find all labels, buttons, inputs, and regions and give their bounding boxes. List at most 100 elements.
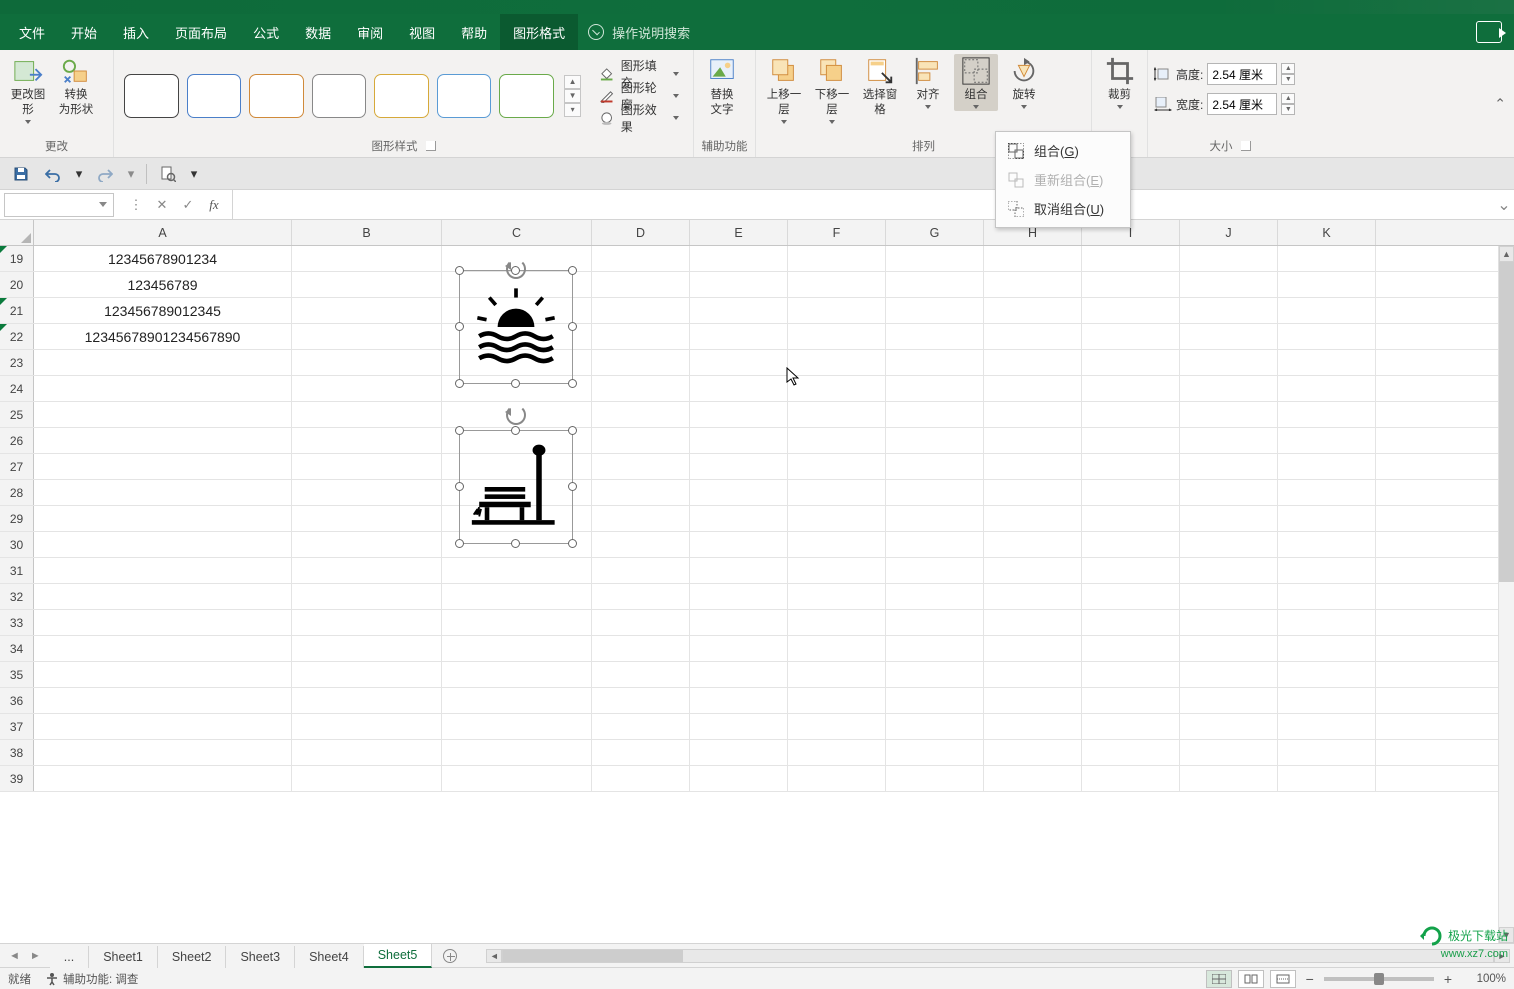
cell-D33[interactable] xyxy=(592,610,690,635)
row-header-19[interactable]: 19 xyxy=(0,246,34,271)
cell-H35[interactable] xyxy=(984,662,1082,687)
resize-handle[interactable] xyxy=(455,379,464,388)
cell-G24[interactable] xyxy=(886,376,984,401)
scroll-left-icon[interactable]: ◄ xyxy=(486,949,502,963)
cell-F27[interactable] xyxy=(788,454,886,479)
tab-shape-format[interactable]: 图形格式 xyxy=(500,14,578,50)
cell-F37[interactable] xyxy=(788,714,886,739)
cell-H36[interactable] xyxy=(984,688,1082,713)
sheet-nav-first[interactable]: ◄ xyxy=(6,950,23,962)
cell-B25[interactable] xyxy=(292,402,442,427)
select-all-button[interactable] xyxy=(0,220,34,245)
cell-G25[interactable] xyxy=(886,402,984,427)
confirm-formula-button[interactable]: ✓ xyxy=(176,193,200,217)
cell-A26[interactable] xyxy=(34,428,292,453)
resize-handle[interactable] xyxy=(511,539,520,548)
row-header-21[interactable]: 21 xyxy=(0,298,34,323)
cell-J21[interactable] xyxy=(1180,298,1278,323)
undo-history-button[interactable]: ▾ xyxy=(72,162,86,186)
cell-J19[interactable] xyxy=(1180,246,1278,271)
cell-F32[interactable] xyxy=(788,584,886,609)
cell-F39[interactable] xyxy=(788,766,886,791)
cell-E38[interactable] xyxy=(690,740,788,765)
cell-C33[interactable] xyxy=(442,610,592,635)
cell-D26[interactable] xyxy=(592,428,690,453)
cell-D20[interactable] xyxy=(592,272,690,297)
cell-G26[interactable] xyxy=(886,428,984,453)
cell-K37[interactable] xyxy=(1278,714,1376,739)
cell-J39[interactable] xyxy=(1180,766,1278,791)
cell-B36[interactable] xyxy=(292,688,442,713)
cell-I24[interactable] xyxy=(1082,376,1180,401)
cell-I25[interactable] xyxy=(1082,402,1180,427)
vertical-scrollbar[interactable]: ▲ ▼ xyxy=(1498,246,1514,943)
cell-J28[interactable] xyxy=(1180,480,1278,505)
cell-C37[interactable] xyxy=(442,714,592,739)
cell-B35[interactable] xyxy=(292,662,442,687)
cell-G35[interactable] xyxy=(886,662,984,687)
cell-D22[interactable] xyxy=(592,324,690,349)
cell-B28[interactable] xyxy=(292,480,442,505)
cell-F23[interactable] xyxy=(788,350,886,375)
cell-F34[interactable] xyxy=(788,636,886,661)
spreadsheet-grid[interactable]: ABCDEFGHIJK 1912345678901234201234567892… xyxy=(0,220,1514,943)
tab-help[interactable]: 帮助 xyxy=(448,14,500,50)
cell-C38[interactable] xyxy=(442,740,592,765)
cell-B30[interactable] xyxy=(292,532,442,557)
selection-pane-button[interactable]: 选择窗格 xyxy=(858,54,902,120)
cell-C36[interactable] xyxy=(442,688,592,713)
menu-item-ungroup[interactable]: 取消组合(U) xyxy=(996,194,1130,223)
cell-K33[interactable] xyxy=(1278,610,1376,635)
cell-B19[interactable] xyxy=(292,246,442,271)
cell-G36[interactable] xyxy=(886,688,984,713)
shape-effects-button[interactable]: 图形效果 xyxy=(595,107,683,129)
cell-I35[interactable] xyxy=(1082,662,1180,687)
dialog-launcher-icon[interactable] xyxy=(1241,141,1251,151)
add-sheet-button[interactable] xyxy=(438,944,462,968)
tab-file[interactable]: 文件 xyxy=(6,14,58,50)
cell-K29[interactable] xyxy=(1278,506,1376,531)
cell-A33[interactable] xyxy=(34,610,292,635)
width-input[interactable] xyxy=(1207,93,1277,115)
redo-button[interactable] xyxy=(92,162,118,186)
sheet-tab-Sheet3[interactable]: Sheet3 xyxy=(226,946,295,968)
cell-K22[interactable] xyxy=(1278,324,1376,349)
cell-D31[interactable] xyxy=(592,558,690,583)
cell-H39[interactable] xyxy=(984,766,1082,791)
cell-I36[interactable] xyxy=(1082,688,1180,713)
cell-G22[interactable] xyxy=(886,324,984,349)
cell-B21[interactable] xyxy=(292,298,442,323)
sheet-nav-last[interactable]: ► xyxy=(27,950,44,962)
cell-A32[interactable] xyxy=(34,584,292,609)
cell-K28[interactable] xyxy=(1278,480,1376,505)
cell-B39[interactable] xyxy=(292,766,442,791)
row-header-39[interactable]: 39 xyxy=(0,766,34,791)
cell-H23[interactable] xyxy=(984,350,1082,375)
cell-J27[interactable] xyxy=(1180,454,1278,479)
redo-history-button[interactable]: ▾ xyxy=(124,162,138,186)
sheet-tab-Sheet5[interactable]: Sheet5 xyxy=(364,944,433,968)
column-header-E[interactable]: E xyxy=(690,220,788,245)
cell-K38[interactable] xyxy=(1278,740,1376,765)
cell-E26[interactable] xyxy=(690,428,788,453)
cell-I21[interactable] xyxy=(1082,298,1180,323)
cell-A38[interactable] xyxy=(34,740,292,765)
cell-J36[interactable] xyxy=(1180,688,1278,713)
zoom-slider[interactable] xyxy=(1324,977,1434,981)
tab-page-layout[interactable]: 页面布局 xyxy=(162,14,240,50)
cell-H37[interactable] xyxy=(984,714,1082,739)
selected-shape-sunset[interactable] xyxy=(459,270,573,384)
cell-A37[interactable] xyxy=(34,714,292,739)
cell-I20[interactable] xyxy=(1082,272,1180,297)
row-header-31[interactable]: 31 xyxy=(0,558,34,583)
cell-B26[interactable] xyxy=(292,428,442,453)
cell-F26[interactable] xyxy=(788,428,886,453)
dialog-launcher-icon[interactable] xyxy=(426,141,436,151)
cell-C34[interactable] xyxy=(442,636,592,661)
cell-D24[interactable] xyxy=(592,376,690,401)
cell-F25[interactable] xyxy=(788,402,886,427)
change-graphic-button[interactable]: 更改图 形 xyxy=(6,54,50,126)
cell-H27[interactable] xyxy=(984,454,1082,479)
cell-A29[interactable] xyxy=(34,506,292,531)
expand-formula-bar-button[interactable]: ⌄ xyxy=(1494,195,1514,215)
